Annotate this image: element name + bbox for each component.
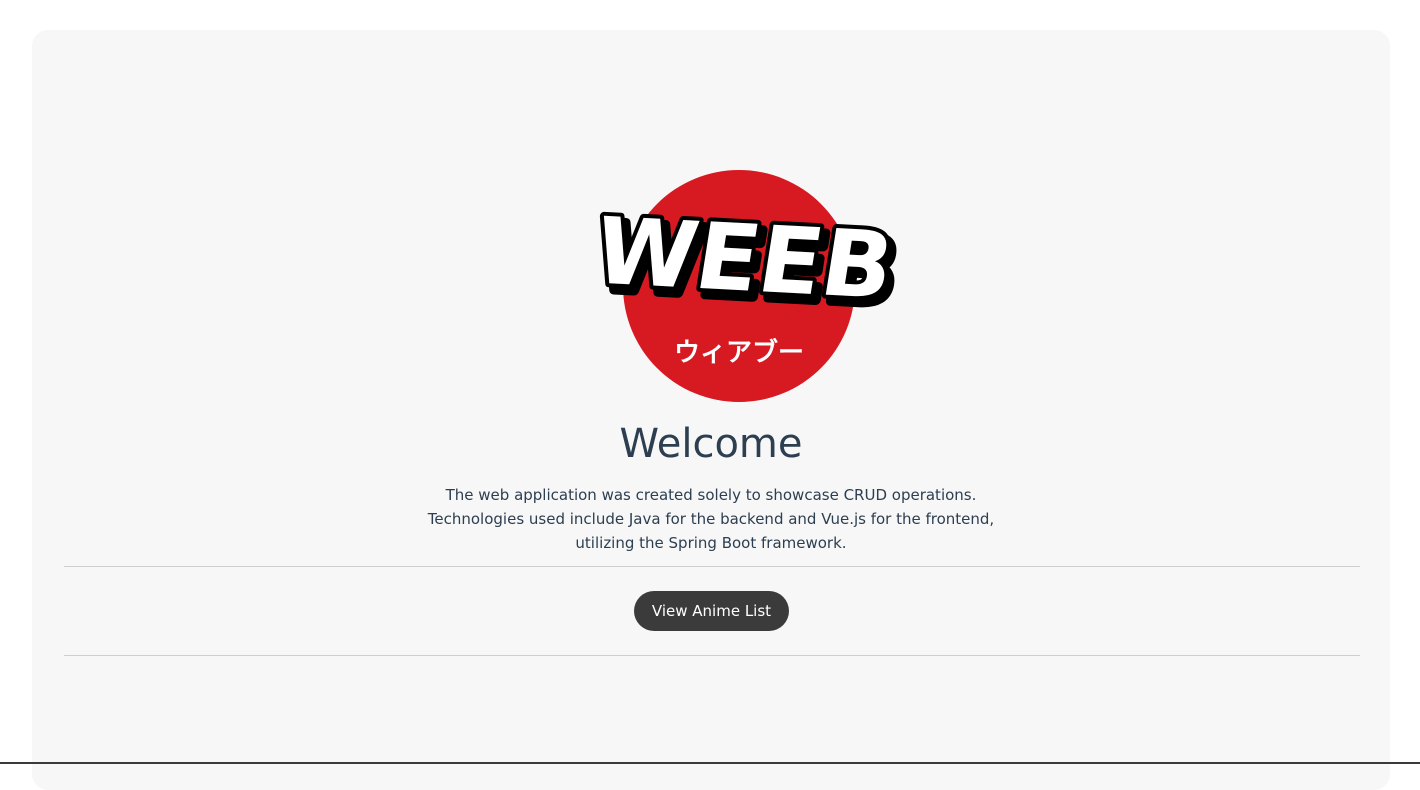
page-title: Welcome — [619, 421, 803, 467]
description-line: Technologies used include Java for the b… — [427, 510, 995, 528]
divider-top — [64, 566, 1360, 567]
divider-bottom — [64, 655, 1360, 656]
description: The web application was created solely t… — [32, 483, 1390, 555]
view-anime-list-button[interactable]: View Anime List — [634, 591, 789, 631]
description-line: utilizing the Spring Boot framework. — [575, 534, 847, 552]
description-line: The web application was created solely t… — [445, 486, 977, 504]
logo-subtitle: ウィアブー — [674, 337, 804, 368]
weeb-logo: WEEB WEEB WEEB ウィアブー — [589, 170, 899, 402]
logo-text: WEEB — [589, 197, 899, 320]
welcome-card: WEEB WEEB WEEB ウィアブー Welcome The web app… — [32, 30, 1390, 790]
